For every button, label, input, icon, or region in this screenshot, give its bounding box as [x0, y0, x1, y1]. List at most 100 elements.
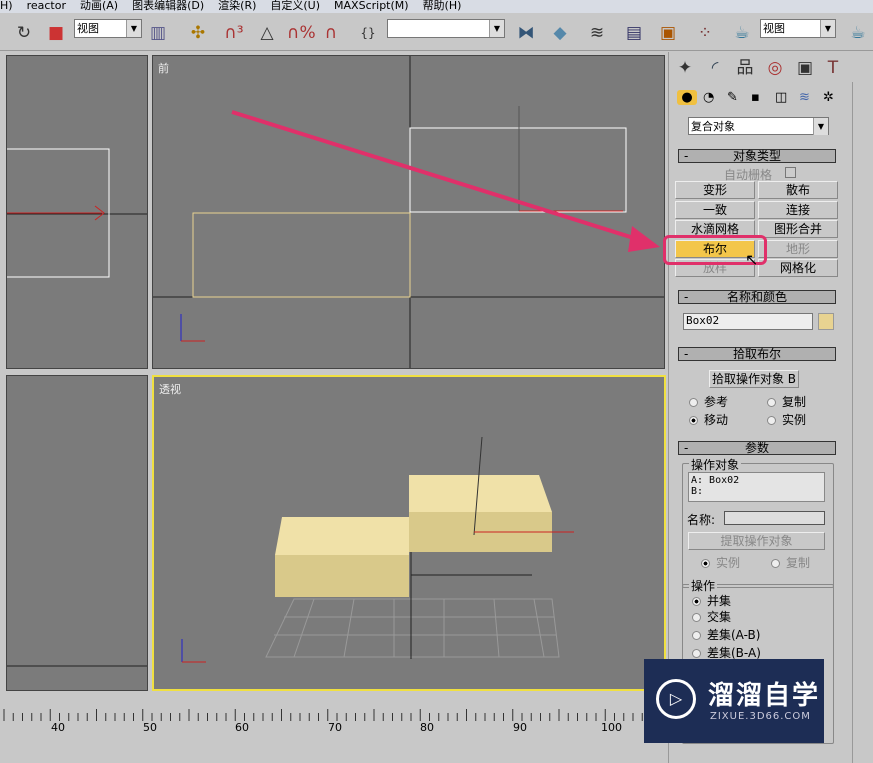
rollout-title: 对象类型: [732, 149, 781, 163]
mesher-button[interactable]: 网格化: [758, 259, 838, 277]
pivot-icon[interactable]: ▥: [146, 21, 170, 45]
connect-button[interactable]: 连接: [758, 201, 838, 219]
render-setup-teapot-icon[interactable]: ☕: [730, 21, 754, 45]
conform-button[interactable]: 一致: [675, 201, 755, 219]
mirror-icon[interactable]: ⧓: [514, 21, 538, 45]
helpers-icon[interactable]: ◫: [775, 90, 787, 105]
menu-item-graph-editors[interactable]: 图表编辑器(D): [132, 0, 204, 12]
viewport-perspective[interactable]: 透视: [152, 375, 666, 691]
hierarchy-tab-icon[interactable]: 品: [733, 56, 757, 80]
select-value: 视图: [77, 22, 99, 35]
shapes-icon[interactable]: ◔: [703, 90, 714, 105]
menu-item-maxscript[interactable]: MAXScript(M): [334, 0, 409, 12]
command-tabs: ✦ ◜ 品 ◎ ▣ T: [673, 56, 845, 82]
operation-label: 操作: [689, 577, 718, 594]
category-dropdown[interactable]: 复合对象 ▼: [688, 117, 829, 135]
scale-icon[interactable]: ■: [44, 21, 68, 45]
chevron-down-icon: ▼: [820, 20, 835, 37]
terrain-button[interactable]: 地形: [758, 240, 838, 258]
spinner-snap-icon[interactable]: ∩: [319, 21, 343, 45]
rollout-pick-boolean[interactable]: - 拾取布尔: [678, 347, 836, 361]
radio-label: 差集(B-A): [707, 646, 761, 660]
rollout-object-type[interactable]: - 对象类型: [678, 149, 836, 163]
morph-button[interactable]: 变形: [675, 181, 755, 199]
tick-label: 40: [51, 721, 65, 734]
radio-copy[interactable]: 复制: [767, 395, 806, 409]
command-panel: ✦ ◜ 品 ◎ ▣ T ● ◔ ✎ ▪ ◫ ≋ ✲ 复合对象 ▼ - 对象类型 自动栅格 变形 散布 一致…: [663, 52, 850, 763]
quick-render-teapot-icon[interactable]: ☕: [846, 21, 870, 45]
menu-item-reactor[interactable]: reactor: [27, 0, 66, 12]
object-color-swatch[interactable]: [818, 313, 834, 330]
front-scene: [153, 56, 664, 368]
create-subtabs: ● ◔ ✎ ▪ ◫ ≋ ✲: [677, 90, 847, 110]
perspective-scene: [181, 436, 574, 663]
operand-a[interactable]: A: Box02: [691, 475, 822, 486]
rollout-name-color[interactable]: - 名称和颜色: [678, 290, 836, 304]
rollout-parameters[interactable]: - 参数: [678, 441, 836, 455]
viewport-left-top[interactable]: [6, 55, 148, 369]
cameras-icon[interactable]: ▪: [751, 90, 760, 105]
reference-coord-select[interactable]: 视图 ▼: [74, 19, 142, 38]
named-selection-select[interactable]: ▼: [387, 19, 505, 38]
watermark-title: 溜溜自学: [708, 681, 821, 711]
material-editor-icon[interactable]: ⁘: [693, 21, 717, 45]
radio-union[interactable]: 并集: [692, 594, 731, 608]
manipulate-icon[interactable]: ✣: [186, 21, 210, 45]
utilities-tab-icon[interactable]: T: [821, 56, 845, 80]
radio-instance[interactable]: 实例: [767, 413, 806, 427]
menu-item-customize[interactable]: 自定义(U): [270, 0, 320, 12]
tick-label: 80: [420, 721, 434, 734]
create-tab-icon[interactable]: ✦: [673, 56, 697, 80]
viewport-label-front: 前: [158, 62, 169, 75]
extract-operand-button[interactable]: 提取操作对象: [688, 532, 825, 550]
radio-move[interactable]: 移动: [689, 413, 728, 427]
angle-snap-icon[interactable]: △: [255, 21, 279, 45]
motion-tab-icon[interactable]: ◎: [763, 56, 787, 80]
curve-editor-icon[interactable]: ▤: [622, 21, 646, 45]
menu-item[interactable]: H): [0, 0, 13, 12]
operands-list[interactable]: A: Box02 B:: [688, 472, 825, 502]
schematic-view-icon[interactable]: ▣: [656, 21, 680, 45]
operand-b[interactable]: B:: [691, 486, 822, 497]
viewport-front[interactable]: 前: [152, 55, 665, 369]
autogrid-checkbox[interactable]: [785, 167, 796, 178]
scatter-button[interactable]: 散布: [758, 181, 838, 199]
radio-label: 实例: [716, 556, 741, 570]
layer-manager-icon[interactable]: ≋: [585, 21, 609, 45]
geometry-icon[interactable]: ●: [677, 90, 697, 105]
viewport-label-perspective: 透视: [159, 383, 181, 396]
object-name-input[interactable]: Box02: [683, 313, 813, 330]
viewport-left-bottom[interactable]: [6, 375, 148, 691]
radio-extract-copy[interactable]: 复制: [771, 556, 810, 570]
edit-named-selection-icon[interactable]: {}: [356, 21, 380, 45]
radio-subtraction-a-b[interactable]: 差集(A-B): [692, 628, 760, 642]
align-icon[interactable]: ◆: [548, 21, 572, 45]
rotate-icon[interactable]: ↻: [12, 21, 36, 45]
operands-label: 操作对象: [689, 456, 742, 473]
render-type-select[interactable]: 视图 ▼: [760, 19, 836, 38]
radio-subtraction-b-a[interactable]: 差集(B-A): [692, 646, 761, 660]
menu-item-rendering[interactable]: 渲染(R): [218, 0, 256, 12]
radio-reference[interactable]: 参考: [689, 395, 728, 409]
menu-item-help[interactable]: 帮助(H): [423, 0, 462, 12]
radio-extract-instance[interactable]: 实例: [701, 556, 740, 570]
watermark: ▷ 溜溜自学 ZIXUE.3D66.COM: [644, 659, 824, 743]
radio-intersection[interactable]: 交集: [692, 610, 731, 624]
space-warps-icon[interactable]: ≋: [799, 90, 810, 105]
secondary-panel-scrollbar[interactable]: [852, 82, 873, 763]
operand-name-label: 名称:: [687, 513, 716, 527]
systems-icon[interactable]: ✲: [823, 90, 834, 105]
snap-3d-icon[interactable]: ∩³: [222, 21, 246, 45]
radio-label: 实例: [782, 413, 807, 427]
display-tab-icon[interactable]: ▣: [793, 56, 817, 80]
pick-operand-b-button[interactable]: 拾取操作对象 B: [709, 370, 799, 388]
select-value: 视图: [763, 22, 785, 35]
percent-snap-icon[interactable]: ∩%: [287, 21, 316, 45]
menu-item-animation[interactable]: 动画(A): [80, 0, 118, 12]
timeline-ruler[interactable]: 40 50 60 70 80 90 100: [0, 703, 668, 763]
lights-icon[interactable]: ✎: [727, 90, 738, 105]
operand-name-input[interactable]: [724, 511, 825, 525]
modify-tab-icon[interactable]: ◜: [703, 56, 727, 80]
shapemerge-button[interactable]: 图形合并: [758, 220, 838, 238]
select-value: 复合对象: [691, 120, 735, 133]
